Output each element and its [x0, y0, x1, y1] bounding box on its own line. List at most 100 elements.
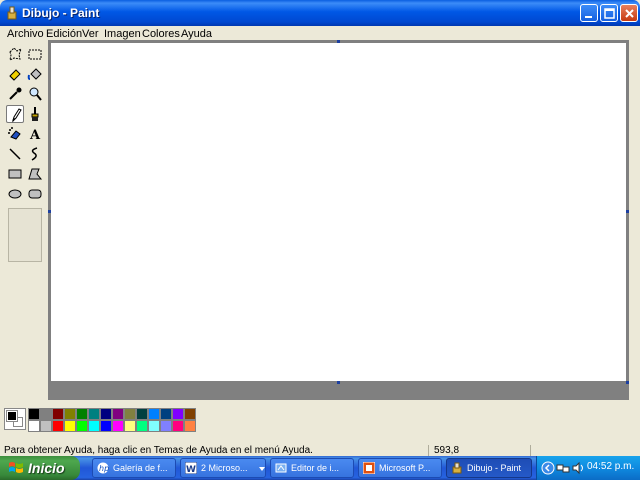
select-icon: [28, 49, 42, 60]
menu-ver[interactable]: Ver: [82, 28, 99, 40]
minimize-icon: [585, 16, 592, 18]
word-icon: W: [185, 462, 197, 474]
color-swatch[interactable]: [28, 420, 40, 432]
magnifier-icon: [29, 87, 42, 101]
tool-ellipse[interactable]: [6, 185, 24, 203]
color-picker-icon: [9, 87, 22, 100]
color-swatch[interactable]: [184, 420, 196, 432]
color-swatch[interactable]: [28, 408, 40, 420]
tool-brush[interactable]: [26, 105, 44, 123]
color-swatch[interactable]: [172, 420, 184, 432]
tool-rounded-rectangle[interactable]: [26, 185, 44, 203]
resize-handle-bottom[interactable]: [337, 381, 340, 384]
taskbar: Inicio hp Galería de f... W 2 Microso...…: [0, 456, 640, 480]
color-swatch[interactable]: [88, 420, 100, 432]
tool-rectangle[interactable]: [6, 165, 24, 183]
start-label: Inicio: [28, 460, 65, 476]
windows-logo-icon: [9, 462, 23, 473]
rounded-rectangle-icon: [28, 189, 42, 199]
color-swatch[interactable]: [136, 408, 148, 420]
color-swatch[interactable]: [40, 420, 52, 432]
tool-free-form-select[interactable]: [6, 45, 24, 63]
svg-text:hp: hp: [99, 464, 109, 473]
color-swatch[interactable]: [64, 420, 76, 432]
current-colors[interactable]: [4, 408, 26, 430]
tool-magnifier[interactable]: [26, 85, 44, 103]
close-icon: [625, 9, 634, 18]
title-bar[interactable]: Dibujo - Paint: [0, 0, 640, 26]
chevron-down-icon: [259, 467, 265, 471]
polygon-icon: [28, 168, 43, 180]
color-swatch[interactable]: [136, 420, 148, 432]
tool-eraser[interactable]: [6, 65, 24, 83]
color-swatch[interactable]: [112, 420, 124, 432]
menu-colores[interactable]: Colores: [142, 28, 180, 40]
task-microsoft-word[interactable]: W 2 Microso...: [180, 458, 266, 478]
hp-icon: hp: [97, 462, 109, 474]
color-swatch[interactable]: [160, 420, 172, 432]
svg-text:W: W: [186, 465, 196, 474]
tool-color-picker[interactable]: [6, 85, 24, 103]
color-swatch[interactable]: [52, 408, 64, 420]
minimize-button[interactable]: [580, 4, 598, 22]
tray-arrow-icon[interactable]: [541, 461, 555, 475]
free-form-select-icon: [9, 47, 22, 61]
tool-select[interactable]: [26, 45, 44, 63]
color-swatch[interactable]: [76, 408, 88, 420]
tool-curve[interactable]: [26, 145, 44, 163]
powerpoint-icon: [363, 462, 375, 474]
drawing-canvas[interactable]: [51, 43, 626, 381]
menu-imagen[interactable]: Imagen: [104, 28, 141, 40]
network-icon[interactable]: [556, 461, 570, 475]
color-swatch[interactable]: [76, 420, 88, 432]
tool-line[interactable]: [6, 145, 24, 163]
color-swatch[interactable]: [124, 408, 136, 420]
tool-text[interactable]: A: [26, 125, 44, 143]
color-swatch[interactable]: [124, 420, 136, 432]
menu-archivo[interactable]: Archivo: [7, 28, 44, 40]
line-icon: [9, 148, 21, 160]
color-swatch[interactable]: [40, 408, 52, 420]
color-swatch[interactable]: [112, 408, 124, 420]
resize-handle-left: [48, 210, 51, 213]
text-icon: A: [29, 128, 41, 142]
tool-fill[interactable]: [26, 65, 44, 83]
start-button[interactable]: Inicio: [0, 456, 80, 480]
task-label: Galería de f...: [113, 463, 168, 473]
clock[interactable]: 04:52 p.m.: [587, 461, 634, 472]
paint-app-icon: [7, 6, 17, 20]
menu-edicion[interactable]: Edición: [46, 28, 82, 40]
maximize-button[interactable]: [600, 4, 618, 22]
task-editor[interactable]: Editor de i...: [270, 458, 354, 478]
rectangle-icon: [8, 169, 22, 179]
color-swatch[interactable]: [148, 420, 160, 432]
task-label: Editor de i...: [291, 463, 340, 473]
tool-airbrush[interactable]: [6, 125, 24, 143]
color-swatch[interactable]: [100, 408, 112, 420]
color-swatch[interactable]: [52, 420, 64, 432]
eraser-icon: [9, 69, 21, 81]
close-button[interactable]: [620, 4, 638, 22]
tool-options-panel[interactable]: [8, 208, 42, 262]
color-swatch[interactable]: [184, 408, 196, 420]
editor-icon: [275, 463, 287, 473]
task-microsoft-powerpoint[interactable]: Microsoft P...: [358, 458, 442, 478]
resize-handle-top: [337, 40, 340, 43]
window-title: Dibujo - Paint: [22, 6, 100, 20]
color-swatch[interactable]: [64, 408, 76, 420]
pencil-icon: [12, 108, 22, 123]
airbrush-icon: [8, 127, 21, 140]
menu-ayuda[interactable]: Ayuda: [181, 28, 212, 40]
color-swatch[interactable]: [172, 408, 184, 420]
task-galeria[interactable]: hp Galería de f...: [92, 458, 176, 478]
window-right-border: [629, 40, 640, 400]
tool-pencil[interactable]: [6, 105, 24, 123]
color-palette: [0, 400, 640, 444]
color-swatch[interactable]: [100, 420, 112, 432]
tool-polygon[interactable]: [26, 165, 44, 183]
color-swatch[interactable]: [160, 408, 172, 420]
color-swatch[interactable]: [88, 408, 100, 420]
volume-icon[interactable]: [571, 461, 585, 475]
task-paint[interactable]: Dibujo - Paint: [446, 458, 532, 478]
color-swatch[interactable]: [148, 408, 160, 420]
